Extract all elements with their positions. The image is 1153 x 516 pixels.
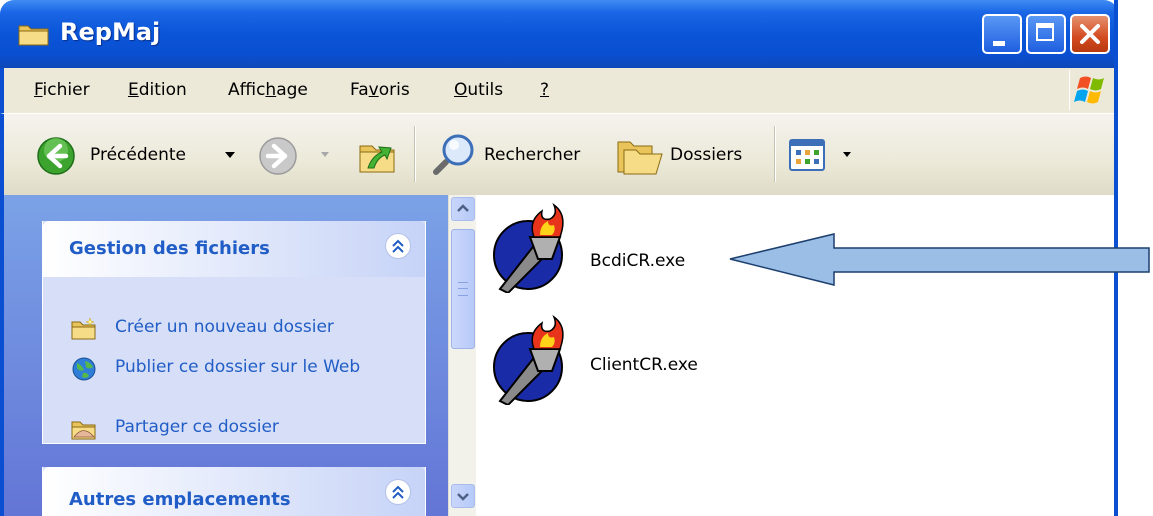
- file-tasks-panel: Gestion des fichiers Créer un nouveau do…: [42, 221, 426, 444]
- arrow-up-icon: [457, 204, 469, 212]
- menu-outils[interactable]: Outils: [454, 80, 503, 100]
- title-bar[interactable]: RepMaj: [0, 0, 1118, 68]
- menu-bar: Fichier Edition Affichage Favoris Outils…: [0, 68, 1118, 113]
- scroll-grip: [458, 282, 468, 296]
- windows-flag-icon: [1074, 76, 1104, 104]
- torch-exe-icon: [493, 203, 564, 293]
- file-name: ClientCR.exe: [590, 355, 698, 375]
- scroll-up-button[interactable]: [451, 197, 475, 221]
- menu-fichier[interactable]: Fichier: [34, 80, 90, 100]
- up-folder-icon[interactable]: [354, 132, 400, 178]
- views-dropdown-icon[interactable]: [842, 151, 852, 158]
- toolbar: Précédente Rechercher Dossiers: [0, 113, 1118, 195]
- search-button-label[interactable]: Rechercher: [484, 145, 580, 165]
- views-icon[interactable]: [788, 138, 828, 172]
- new-folder-icon: [71, 317, 96, 340]
- chevron-up-icon: [392, 239, 404, 253]
- file-name: BcdiCR.exe: [590, 251, 686, 271]
- forward-arrow-icon[interactable]: [258, 136, 298, 176]
- explorer-window: RepMaj Fichier Edition Affichage Favoris…: [0, 0, 1153, 516]
- close-icon: [1080, 24, 1100, 44]
- task-pane: Gestion des fichiers Créer un nouveau do…: [0, 195, 448, 516]
- search-icon[interactable]: [428, 132, 478, 180]
- back-arrow-icon[interactable]: [36, 136, 76, 176]
- back-button-label[interactable]: Précédente: [90, 145, 186, 165]
- scroll-down-button[interactable]: [451, 484, 475, 508]
- back-dropdown-icon[interactable]: [224, 151, 236, 159]
- forward-dropdown-icon[interactable]: [320, 151, 330, 158]
- task-label: Partager ce dossier: [115, 417, 279, 437]
- close-button[interactable]: [1070, 14, 1110, 54]
- arrow-down-icon: [457, 493, 469, 501]
- folders-button-label[interactable]: Dossiers: [670, 145, 742, 165]
- chevron-up-icon: [392, 485, 404, 499]
- toolbar-separator: [414, 126, 416, 182]
- collapse-button[interactable]: [385, 233, 411, 259]
- toolbar-separator: [774, 126, 776, 182]
- torch-exe-icon: [493, 315, 564, 405]
- menu-edition[interactable]: Edition: [128, 80, 187, 100]
- scroll-thumb[interactable]: [451, 229, 475, 349]
- maximize-button[interactable]: [1026, 14, 1066, 54]
- task-label: Publier ce dossier sur le Web: [115, 357, 361, 377]
- collapse-button[interactable]: [385, 479, 411, 505]
- other-places-title: Autres emplacements: [69, 489, 291, 510]
- folders-icon[interactable]: [616, 136, 664, 178]
- task-pane-scrollbar[interactable]: [448, 195, 476, 516]
- minimize-button[interactable]: [982, 14, 1022, 54]
- other-places-panel: Autres emplacements: [42, 467, 426, 516]
- globe-icon: [72, 357, 96, 381]
- window-title: RepMaj: [60, 18, 161, 46]
- file-tasks-header[interactable]: Gestion des fichiers: [43, 221, 425, 277]
- menu-help[interactable]: ?: [540, 80, 549, 100]
- windows-logo: [1069, 70, 1114, 110]
- task-label: Créer un nouveau dossier: [115, 317, 334, 337]
- menu-favoris[interactable]: Favoris: [350, 80, 410, 100]
- share-folder-icon: [71, 421, 96, 440]
- other-places-header[interactable]: Autres emplacements: [43, 467, 425, 516]
- annotation-arrow: [729, 233, 1150, 286]
- folder-icon: [18, 25, 49, 46]
- file-tasks-title: Gestion des fichiers: [69, 238, 270, 259]
- menu-affichage[interactable]: Affichage: [228, 80, 308, 100]
